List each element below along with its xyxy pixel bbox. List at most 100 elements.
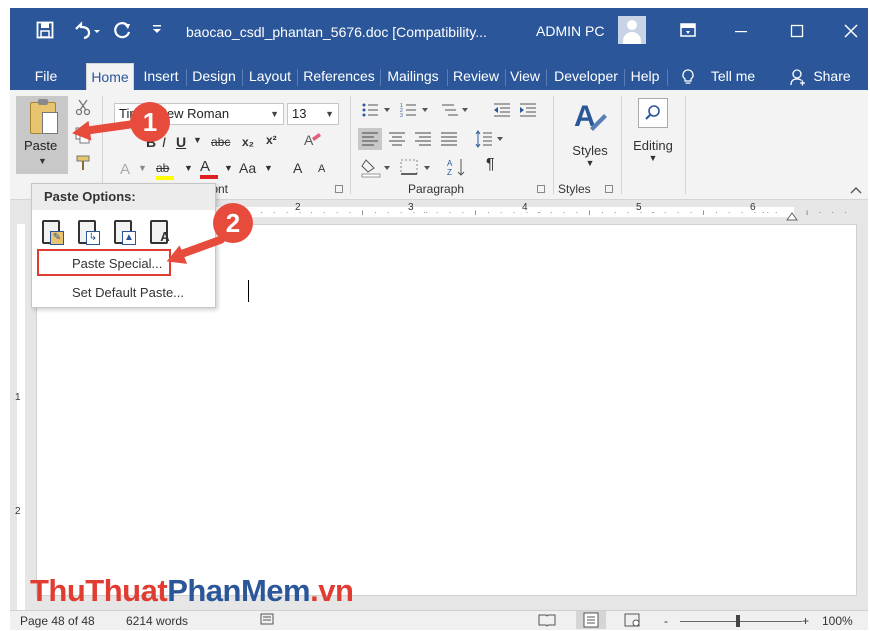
tab-insert[interactable]: Insert <box>140 63 182 90</box>
zoom-out-button[interactable]: - <box>664 614 668 628</box>
ruler-number: 2 <box>15 506 21 517</box>
styles-button[interactable]: A Styles ▼ <box>564 98 616 180</box>
read-mode-icon[interactable] <box>538 613 556 630</box>
vertical-ruler[interactable]: 1 2 <box>14 224 28 610</box>
format-painter-icon[interactable] <box>74 154 92 175</box>
close-button[interactable] <box>838 20 864 44</box>
undo-icon[interactable] <box>70 21 104 43</box>
tab-view[interactable]: View <box>508 63 542 90</box>
watermark-part-2: PhanMem <box>167 573 311 608</box>
editing-button[interactable]: Editing ▼ <box>628 98 678 180</box>
bullets-icon[interactable] <box>362 102 396 121</box>
highlight-color-bar <box>156 176 174 180</box>
chevron-down-icon: ▼ <box>38 156 47 166</box>
ruler-ticks: ı · · · <box>806 208 851 217</box>
minimize-button[interactable] <box>728 20 754 44</box>
arrow-head <box>70 120 92 144</box>
increase-indent-icon[interactable] <box>518 102 538 121</box>
tab-design[interactable]: Design <box>190 63 238 90</box>
maximize-button[interactable] <box>784 20 810 44</box>
zoom-slider-thumb[interactable] <box>736 615 740 627</box>
font-dialog-launcher[interactable] <box>335 185 343 193</box>
zoom-in-button[interactable]: + <box>802 614 809 628</box>
font-size-combo[interactable]: 13 ▼ <box>287 103 339 125</box>
tab-file[interactable]: File <box>26 63 66 90</box>
share-icon[interactable] <box>788 63 808 90</box>
align-center-icon[interactable] <box>386 128 408 153</box>
keep-source-formatting-icon[interactable]: ✎ <box>40 217 66 247</box>
styles-dialog-launcher[interactable] <box>605 185 613 193</box>
line-spacing-icon[interactable] <box>474 128 508 153</box>
font-size-value: 13 <box>292 106 307 121</box>
lightbulb-icon[interactable] <box>678 63 698 90</box>
proofing-icon[interactable] <box>260 613 276 630</box>
tab-help[interactable]: Help <box>628 63 662 90</box>
underline-button[interactable]: U <box>176 134 186 150</box>
font-color-button[interactable]: A <box>200 158 218 179</box>
paste-options-menu: Paste Options: ✎ ↳ ▲ A Paste Special... … <box>31 183 216 308</box>
chevron-down-icon[interactable]: ▼ <box>224 163 233 173</box>
align-left-icon[interactable] <box>358 128 382 150</box>
change-case-button[interactable]: Aa <box>239 160 256 176</box>
set-default-paste-item[interactable]: Set Default Paste... <box>72 285 184 300</box>
watermark-logo: ThuThuatPhanMem.vn <box>30 573 354 609</box>
chevron-down-icon[interactable]: ▼ <box>193 135 202 145</box>
tab-home[interactable]: Home <box>86 63 134 90</box>
multilevel-list-icon[interactable] <box>440 102 474 121</box>
clear-formatting-icon[interactable]: A <box>302 130 322 153</box>
chevron-down-icon[interactable]: ▼ <box>138 163 147 173</box>
tab-developer[interactable]: Developer <box>550 63 622 90</box>
tab-review[interactable]: Review <box>451 63 501 90</box>
justify-icon[interactable] <box>438 128 460 153</box>
ribbon-display-icon[interactable] <box>675 20 701 44</box>
shrink-font-button[interactable]: A <box>318 163 325 175</box>
text-effects-button[interactable]: A <box>120 161 130 178</box>
avatar[interactable] <box>618 16 646 44</box>
superscript-button[interactable]: x² <box>266 133 277 147</box>
subscript-button[interactable]: x₂ <box>242 135 254 149</box>
paragraph-dialog-launcher[interactable] <box>537 185 545 193</box>
align-right-icon[interactable] <box>412 128 434 153</box>
word-count[interactable]: 6214 words <box>126 614 188 628</box>
redo-icon[interactable] <box>112 21 134 43</box>
decrease-indent-icon[interactable] <box>492 102 512 121</box>
web-layout-icon[interactable] <box>624 613 642 630</box>
zoom-slider-track[interactable] <box>680 621 802 622</box>
borders-icon[interactable] <box>398 156 438 181</box>
svg-text:Z: Z <box>447 168 452 177</box>
highlight-button[interactable]: ab <box>156 160 174 180</box>
collapse-ribbon-icon[interactable] <box>850 185 862 198</box>
page-count[interactable]: Page 48 of 48 <box>20 614 95 628</box>
zoom-level[interactable]: 100% <box>822 614 853 628</box>
print-layout-icon[interactable] <box>576 611 606 629</box>
customize-qat-icon[interactable] <box>146 21 168 43</box>
title-bar: baocao_csdl_phantan_5676.doc [Compatibil… <box>10 8 868 56</box>
strikethrough-button[interactable]: abc <box>211 135 230 149</box>
callout-two: 2 <box>213 203 253 243</box>
show-marks-button[interactable]: ¶ <box>486 156 495 174</box>
save-icon[interactable] <box>34 21 56 43</box>
numbering-icon[interactable]: 123 <box>400 102 434 121</box>
shading-icon[interactable] <box>360 156 396 181</box>
tab-layout[interactable]: Layout <box>246 63 294 90</box>
user-name[interactable]: ADMIN PC <box>536 23 604 39</box>
keep-text-only-icon[interactable]: A <box>148 217 174 247</box>
paste-button[interactable]: Paste ▼ <box>16 96 68 174</box>
svg-text:A: A <box>447 159 453 168</box>
chevron-down-icon[interactable]: ▼ <box>184 163 193 173</box>
paste-picture-icon[interactable]: ▲ <box>112 217 138 247</box>
grow-font-button[interactable]: A <box>293 160 302 176</box>
paste-options-header: Paste Options: <box>32 184 215 210</box>
tell-me-box[interactable]: Tell me <box>706 63 760 90</box>
cut-icon[interactable] <box>74 98 92 119</box>
share-button[interactable]: Share <box>810 63 854 90</box>
tab-mailings[interactable]: Mailings <box>384 63 442 90</box>
tab-references[interactable]: References <box>302 63 376 90</box>
svg-text:3: 3 <box>400 113 403 118</box>
paste-label: Paste <box>24 138 58 153</box>
chevron-down-icon[interactable]: ▼ <box>264 163 273 173</box>
sort-icon[interactable]: AZ <box>446 156 468 181</box>
right-indent-marker[interactable] <box>786 210 798 224</box>
text-cursor <box>248 280 249 302</box>
merge-formatting-icon[interactable]: ↳ <box>76 217 102 247</box>
